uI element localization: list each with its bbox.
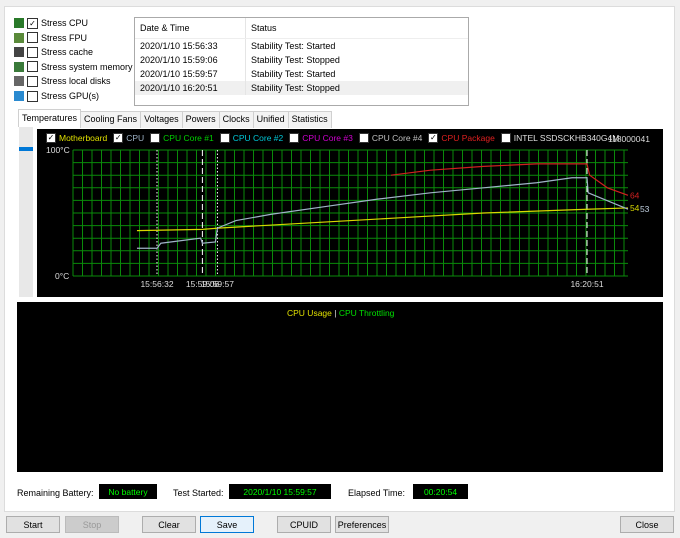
elapsed-value: 00:20:54 xyxy=(413,484,468,499)
save-button[interactable]: Save xyxy=(200,516,254,533)
cpuid-button[interactable]: CPUID xyxy=(277,516,331,533)
preferences-button[interactable]: Preferences xyxy=(335,516,389,533)
start-button[interactable]: Start xyxy=(6,516,60,533)
started-label: Test Started: xyxy=(173,488,224,498)
clear-button[interactable]: Clear xyxy=(142,516,196,533)
elapsed-label: Elapsed Time: xyxy=(348,488,406,498)
battery-value: No battery xyxy=(99,484,157,499)
stop-button[interactable]: Stop xyxy=(65,516,119,533)
usage-plot xyxy=(0,0,680,538)
started-value: 2020/1/10 15:59:57 xyxy=(229,484,331,499)
battery-label: Remaining Battery: xyxy=(17,488,94,498)
close-button[interactable]: Close xyxy=(620,516,674,533)
